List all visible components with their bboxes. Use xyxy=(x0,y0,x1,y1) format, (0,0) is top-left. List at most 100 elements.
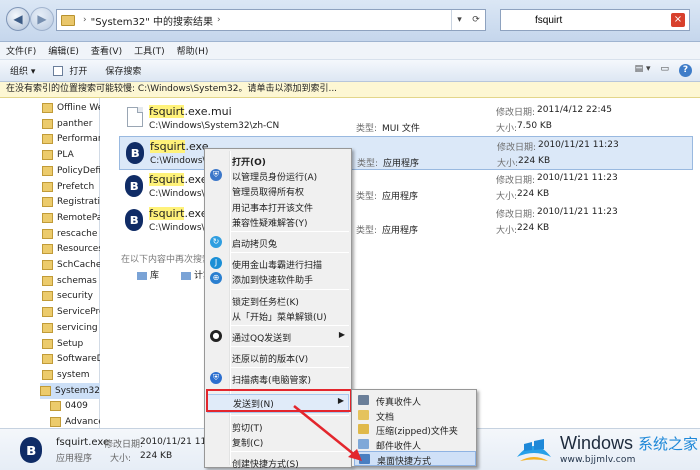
back-button[interactable]: ◀ xyxy=(6,7,30,31)
nav-item[interactable]: SchCache xyxy=(42,257,100,273)
result-type-label: 类型: xyxy=(356,226,378,236)
menu-item[interactable]: 从「开始」菜单解锁(U) xyxy=(207,308,349,323)
watermark-brand: Windows 系统之家 xyxy=(560,433,699,453)
nav-item[interactable]: Registratic xyxy=(42,194,100,210)
nav-item[interactable]: PLA xyxy=(42,147,100,163)
result-type-label: 类型: xyxy=(357,159,379,169)
search-input[interactable] xyxy=(535,14,685,26)
nav-item[interactable]: servicing xyxy=(42,320,100,336)
search-location-libraries[interactable]: 库 xyxy=(137,268,159,281)
folder-icon xyxy=(42,338,53,349)
details-file-type: 应用程序 xyxy=(56,454,93,464)
menu-item[interactable]: 还原以前的版本(V) xyxy=(207,350,349,365)
nav-item[interactable]: panther xyxy=(42,116,100,132)
result-date: 2010/11/21 11:23 xyxy=(537,173,618,183)
nav-item[interactable]: Setup xyxy=(42,336,100,352)
menu-item-label: 打开(O) xyxy=(232,158,266,168)
view-options-icon[interactable]: ▤ ▾ xyxy=(635,64,651,77)
clear-search-icon[interactable]: × xyxy=(671,13,685,27)
save-search-button[interactable]: 保存搜索 xyxy=(105,64,141,77)
nav-item[interactable]: ServicePrc xyxy=(42,304,100,320)
result-file-name: fsquirt.exe.mui xyxy=(149,105,232,118)
submenu-item[interactable]: 压缩(zipped)文件夹 xyxy=(354,422,476,437)
breadcrumb-separator: › xyxy=(83,15,87,25)
menu-item[interactable]: J 使用金山毒霸进行扫描 xyxy=(207,256,349,271)
submenu-item[interactable]: 传真收件人 xyxy=(354,393,476,408)
organize-button[interactable]: 组织 ▾ xyxy=(10,64,35,77)
menu-item[interactable]: 打开(O) xyxy=(207,153,349,168)
folder-icon xyxy=(42,369,53,380)
nav-item[interactable]: schemas xyxy=(42,273,100,289)
folder-icon xyxy=(42,275,53,286)
folder-icon xyxy=(42,103,53,113)
nav-item[interactable]: Performar xyxy=(42,131,100,147)
nav-item[interactable]: Prefetch xyxy=(42,179,100,195)
result-row[interactable]: fsquirt.exe.mui C:\Windows\System32\zh-CN… xyxy=(119,102,693,136)
nav-item[interactable]: system xyxy=(42,367,100,383)
nav-item[interactable]: System32 xyxy=(40,382,100,399)
submenu-item[interactable]: 文档 xyxy=(354,408,476,423)
result-size: 224 KB xyxy=(518,156,551,166)
folder-icon xyxy=(42,212,53,223)
breadcrumb-chevron-icon[interactable]: › xyxy=(217,15,221,25)
breadcrumb[interactable]: "System32" 中的搜索结果 xyxy=(91,13,213,28)
nav-item-label: SchCache xyxy=(57,260,100,270)
nav-item-label: system xyxy=(57,369,90,380)
nav-item-label: Performar xyxy=(57,134,100,145)
nav-item[interactable]: security xyxy=(42,288,100,304)
menu-tools[interactable]: 工具(T) xyxy=(134,44,165,57)
result-file-path: C:\Windows\S xyxy=(149,189,211,199)
menu-file[interactable]: 文件(F) xyxy=(6,44,36,57)
submenu-item-desktop-shortcut[interactable]: 桌面快捷方式 xyxy=(354,451,476,467)
folder-icon xyxy=(42,150,53,161)
address-bar[interactable]: › "System32" 中的搜索结果 › ▾ ⟳ xyxy=(56,9,486,31)
nav-item[interactable]: PolicyDefi xyxy=(42,163,100,179)
nav-item[interactable]: SoftwareD xyxy=(42,351,100,367)
nav-item-label: Advance xyxy=(65,417,100,427)
menu-item[interactable]: 管理员取得所有权 xyxy=(207,183,349,198)
forward-button[interactable]: ▶ xyxy=(30,7,54,31)
nav-item[interactable]: rescache xyxy=(42,226,100,242)
folder-icon xyxy=(42,165,53,176)
nav-item-label: schemas xyxy=(57,275,97,286)
menu-item[interactable]: 兼容性疑难解答(Y) xyxy=(207,214,349,229)
menu-item[interactable]: ● 通过QQ发送到 ▶ xyxy=(207,329,349,344)
chevron-down-icon[interactable]: ▾ xyxy=(457,15,462,25)
site-watermark: Windows 系统之家 www.bjjmlv.com xyxy=(508,428,700,470)
menu-help[interactable]: 帮助(H) xyxy=(177,44,209,57)
menu-separator xyxy=(231,367,349,369)
open-button[interactable]: 打开 xyxy=(53,64,87,77)
result-file-path: C:\Windows\System32\zh-CN xyxy=(149,121,280,131)
nav-item-label: panther xyxy=(57,118,93,129)
menu-item[interactable]: 用记事本打开该文件 xyxy=(207,199,349,214)
nav-item[interactable]: RemotePa xyxy=(42,210,100,226)
result-type: 应用程序 xyxy=(383,159,420,169)
search-box[interactable]: × xyxy=(500,9,690,31)
result-date: 2011/4/12 22:45 xyxy=(537,105,612,115)
menu-view[interactable]: 查看(V) xyxy=(91,44,122,57)
submenu-item-label: 邮件收件人 xyxy=(376,441,422,452)
menu-item[interactable]: ⛨ 扫描病毒(电脑管家) xyxy=(207,371,349,386)
nav-item-label: servicing xyxy=(57,322,98,333)
menu-item[interactable]: 锁定到任务栏(K) xyxy=(207,293,349,308)
refresh-icon[interactable]: ⟳ xyxy=(472,15,480,25)
nav-item[interactable]: Resources xyxy=(42,241,100,257)
folder-icon xyxy=(42,260,53,270)
result-date: 2010/11/21 11:23 xyxy=(537,207,618,217)
index-info-bar[interactable]: 在没有索引的位置搜索可能较慢: C:\Windows\System32。请单击以… xyxy=(0,82,700,98)
menu-item[interactable]: ↻ 启动拷贝兔 xyxy=(207,235,349,250)
nav-item-label: SoftwareD xyxy=(57,354,100,365)
menu-edit[interactable]: 编辑(E) xyxy=(48,44,79,57)
menu-item-label: 扫描病毒(电脑管家) xyxy=(232,376,312,387)
submenu-item[interactable]: 邮件收件人 xyxy=(354,437,476,452)
result-size: 7.50 KB xyxy=(517,121,552,131)
menu-item[interactable]: ⊕ 添加到快速软件助手 xyxy=(207,271,349,286)
nav-item-label: 0409 xyxy=(65,401,88,412)
nav-item[interactable]: 0409 xyxy=(50,398,100,414)
preview-pane-icon[interactable]: ▭ xyxy=(660,64,669,77)
nav-item[interactable]: Offline We xyxy=(42,100,100,116)
help-icon[interactable]: ? xyxy=(679,64,692,77)
menu-item-label: 剪切(T) xyxy=(232,423,263,434)
menu-item[interactable]: ⛨ 以管理员身份运行(A) xyxy=(207,168,349,183)
result-date: 2010/11/21 11:23 xyxy=(538,140,619,150)
